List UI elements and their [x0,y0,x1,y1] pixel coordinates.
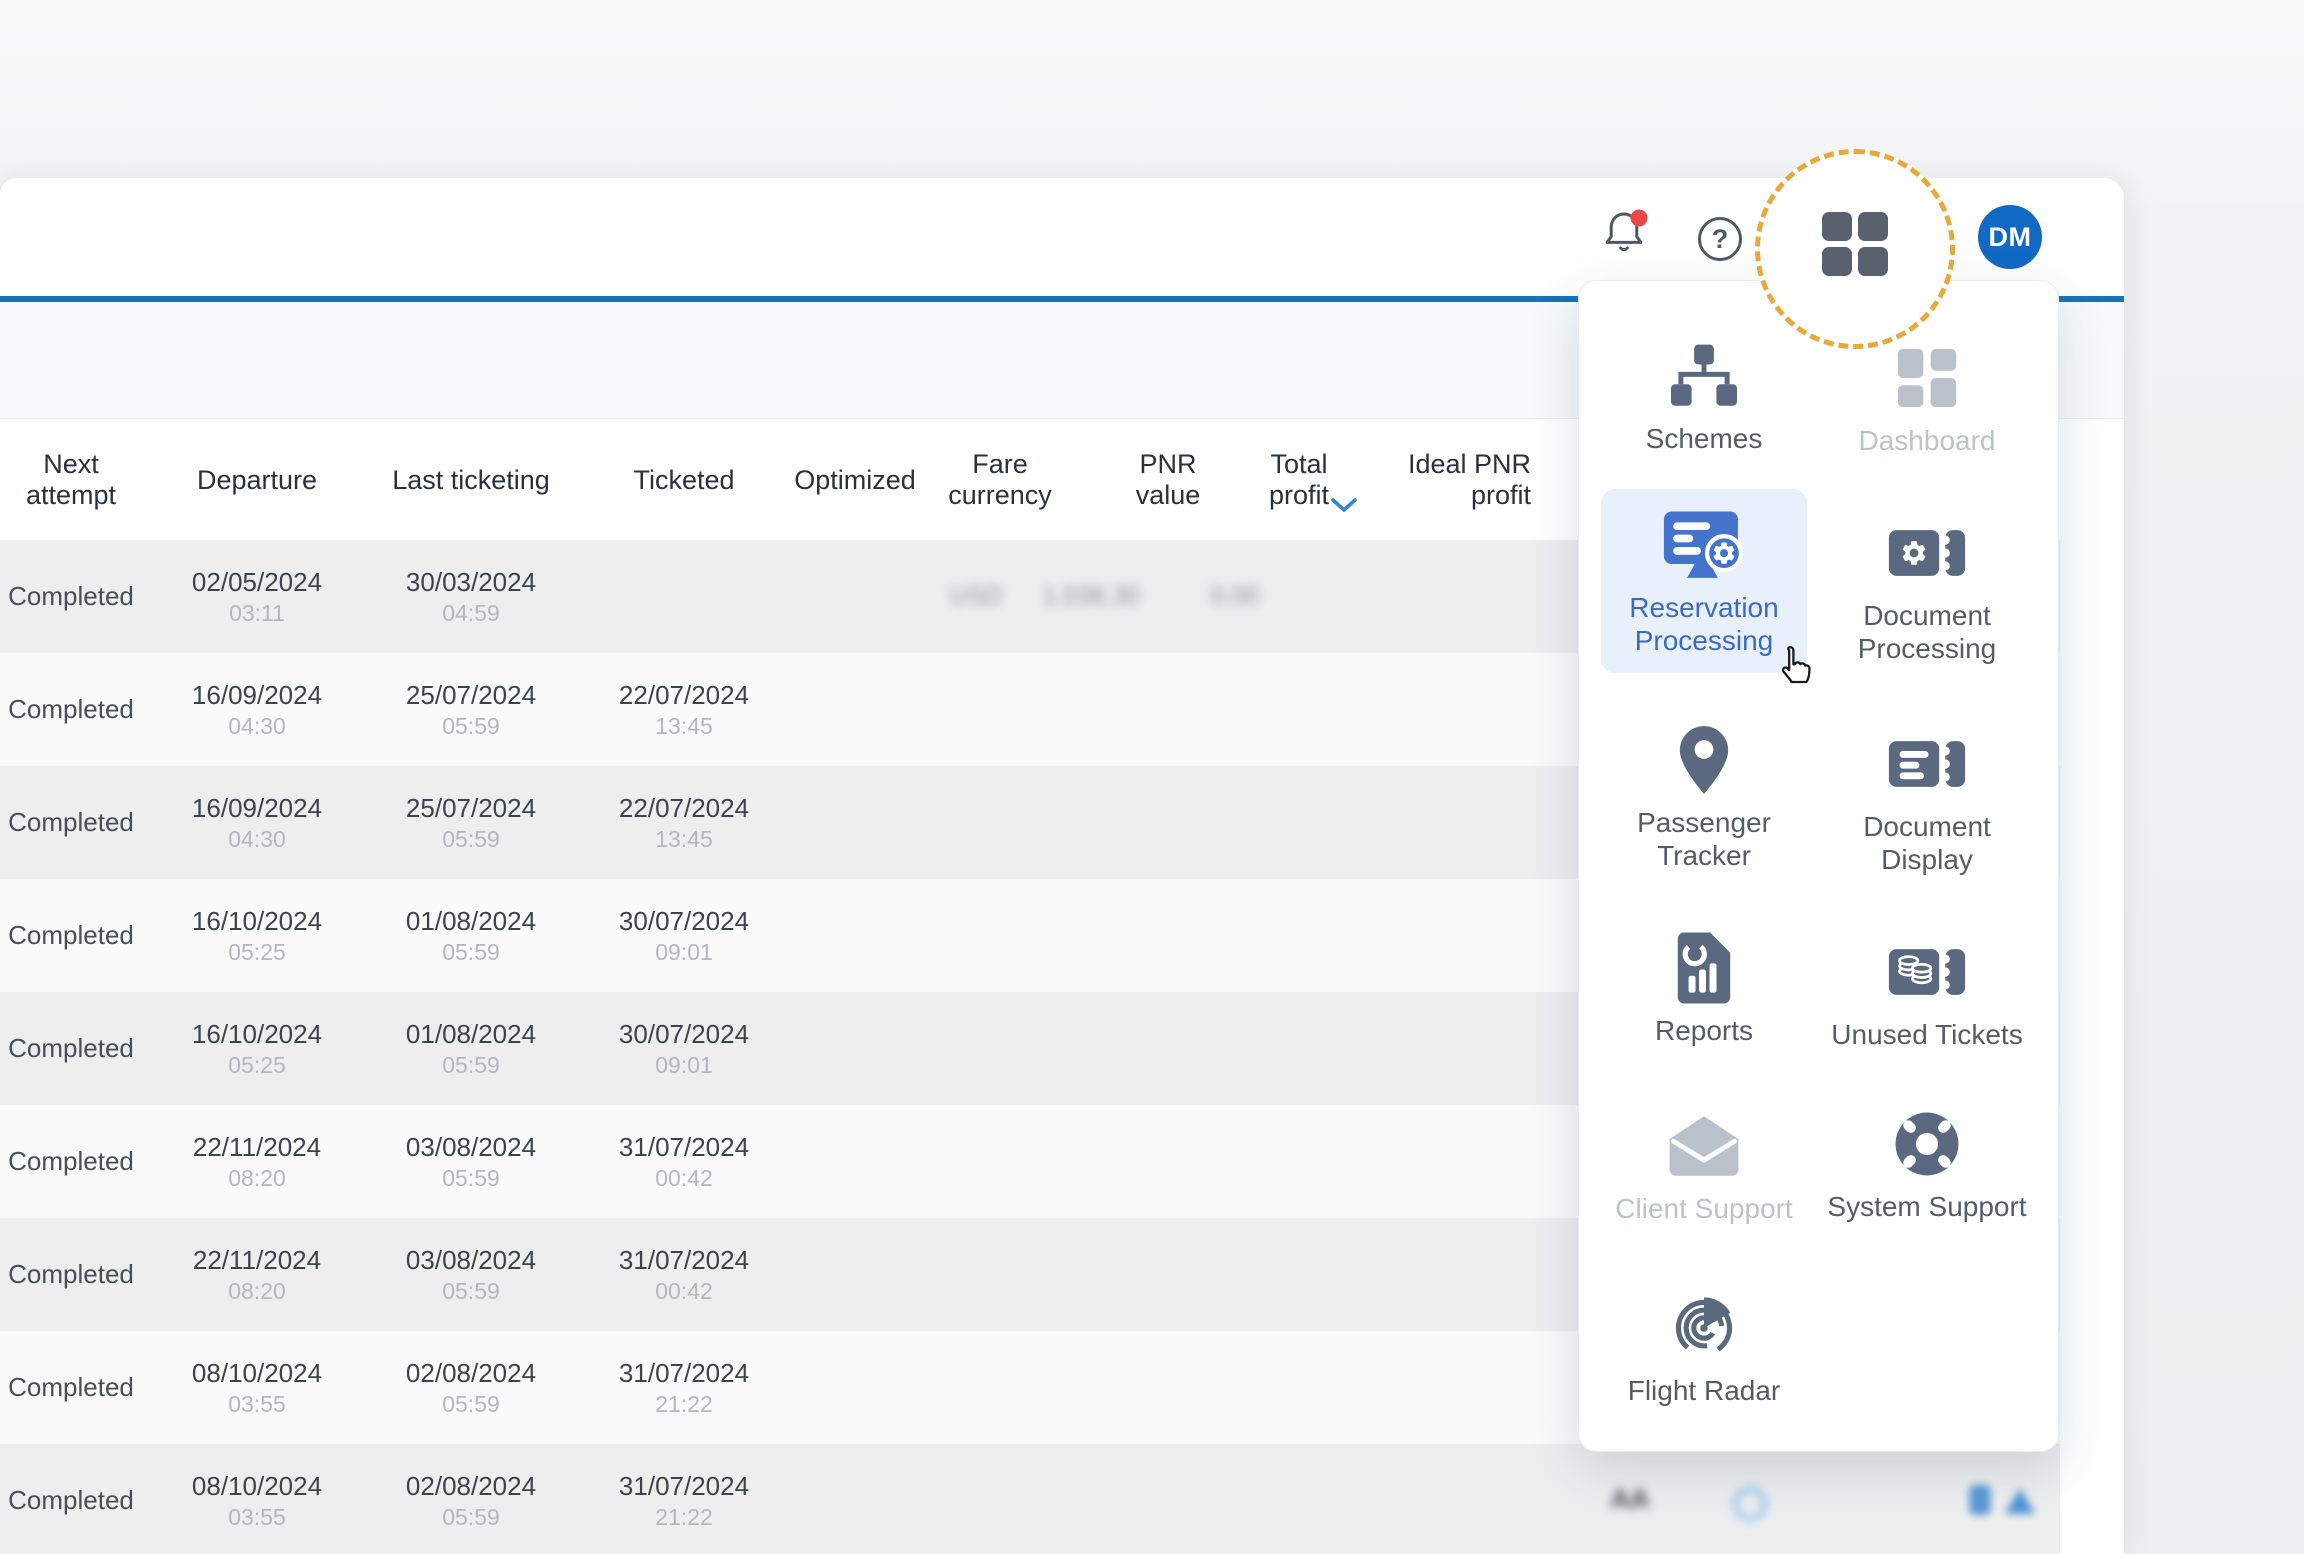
ticket-gear-icon [1824,515,2030,591]
menu-item-passenger-tracker[interactable]: Passenger Tracker [1601,722,1807,872]
last-ticketing-cell: 01/08/202405:59 [372,879,570,992]
menu-item-label: System Support [1824,1190,2030,1223]
status-cell: Completed [0,1218,142,1331]
status-cell: Completed [0,1444,142,1554]
envelope-icon [1601,1108,1807,1184]
status-cell: Completed [0,1105,142,1218]
departure-cell: 16/09/202404:30 [142,653,372,766]
ticketed-cell: 31/07/202400:42 [570,1105,798,1218]
help-button[interactable]: ? [1696,215,1744,268]
notification-badge [1631,210,1648,227]
last-ticketing-cell: 03/08/202405:59 [372,1218,570,1331]
ticketed-cell: 31/07/202421:22 [570,1331,798,1444]
ticketed-cell [570,540,798,653]
departure-cell: 16/10/202405:25 [142,992,372,1105]
dashboard-grid-icon [1824,340,2030,416]
ticketed-cell: 22/07/202413:45 [570,653,798,766]
fare-currency-cell: USD [930,540,1022,653]
menu-item-document-processing[interactable]: Document Processing [1824,515,2030,665]
menu-item-label: Dashboard [1824,424,2030,457]
last-ticketing-cell: 01/08/202405:59 [372,992,570,1105]
col-ideal-pnr-profit[interactable]: Ideal PNR profit [1350,419,1545,541]
screen: ? DM Next attempt Departure Last ticketi… [0,0,2304,1554]
svg-text:?: ? [1712,224,1729,254]
ticketed-cell: 22/07/202413:45 [570,766,798,879]
menu-item-schemes[interactable]: Schemes [1601,338,1807,455]
ticketed-cell: 31/07/202400:42 [570,1218,798,1331]
bell-icon [1598,208,1652,256]
status-cell: Completed [0,766,142,879]
menu-item-label: Client Support [1601,1192,1807,1225]
status-cell: Completed [0,540,142,653]
secondary-action-icon[interactable] [2004,1486,2036,1516]
cursor-pointer [1770,642,1822,698]
col-next-attempt[interactable]: Next attempt [0,419,142,541]
ticket-lines-icon [1824,726,2030,802]
apps-menu-button[interactable] [1755,149,1955,349]
menu-item-label: Document Processing [1824,599,2030,665]
airline-code: AA [1600,1484,1660,1515]
menu-item-flight-radar[interactable]: Flight Radar [1601,1290,1807,1407]
ticketed-cell: 30/07/202409:01 [570,992,798,1105]
radar-icon [1601,1290,1807,1366]
menu-item-label: Document Display [1824,810,2030,876]
menu-item-label: Passenger Tracker [1601,806,1807,872]
menu-item-reports[interactable]: Reports [1601,930,1807,1047]
departure-cell: 22/11/202408:20 [142,1218,372,1331]
status-ring-icon[interactable] [1731,1485,1769,1523]
col-last-ticketing[interactable]: Last ticketing [372,419,570,541]
menu-item-label: Flight Radar [1601,1374,1807,1407]
departure-cell: 22/11/202408:20 [142,1105,372,1218]
departure-cell: 16/10/202405:25 [142,879,372,992]
col-optimized[interactable]: Optimized [798,419,912,541]
apps-grid-icon [1821,211,1889,277]
sort-desc-icon[interactable] [1330,497,1358,515]
report-chart-icon [1601,930,1807,1006]
menu-item-label: Schemes [1601,422,1807,455]
col-departure[interactable]: Departure [142,419,372,541]
menu-item-client-support[interactable]: Client Support [1601,1108,1807,1225]
status-cell: Completed [0,653,142,766]
departure-cell: 08/10/202403:55 [142,1331,372,1444]
departure-cell: 16/09/202404:30 [142,766,372,879]
last-ticketing-cell: 02/08/202405:59 [372,1331,570,1444]
last-ticketing-cell: 03/08/202405:59 [372,1105,570,1218]
last-ticketing-cell: 30/03/202404:59 [372,540,570,653]
map-pin-icon [1601,722,1807,798]
departure-cell: 02/05/202403:11 [142,540,372,653]
ticketed-cell: 31/07/202421:22 [570,1444,798,1554]
sitemap-icon [1601,338,1807,414]
menu-item-dashboard[interactable]: Dashboard [1824,340,2030,457]
status-cell: Completed [0,879,142,992]
col-total-profit[interactable]: Total profit [1248,419,1350,541]
departure-cell: 08/10/202403:55 [142,1444,372,1554]
help-icon: ? [1696,215,1744,263]
last-ticketing-cell: 25/07/202405:59 [372,653,570,766]
menu-item-system-support[interactable]: System Support [1824,1106,2030,1223]
status-cell: Completed [0,992,142,1105]
col-ticketed[interactable]: Ticketed [570,419,798,541]
life-ring-icon [1824,1106,2030,1182]
pnr-value-cell: 1,038.30 [1016,540,1166,653]
ticketed-cell: 30/07/202409:01 [570,879,798,992]
col-fare-currency[interactable]: Fare currency [912,419,1088,541]
total-profit-cell: 0.00 [1172,540,1298,653]
menu-item-unused-tickets[interactable]: Unused Tickets [1824,934,2030,1051]
last-ticketing-cell: 02/08/202405:59 [372,1444,570,1554]
avatar[interactable]: DM [1978,205,2042,269]
notifications-button[interactable] [1598,208,1652,261]
document-action-icon[interactable] [1966,1484,1994,1516]
menu-item-label: Unused Tickets [1824,1018,2030,1051]
col-pnr-value[interactable]: PNR value [1088,419,1248,541]
menu-item-label: Reports [1601,1014,1807,1047]
status-cell: Completed [0,1331,142,1444]
reservation-processing-icon [1601,509,1807,585]
last-ticketing-cell: 25/07/202405:59 [372,766,570,879]
menu-item-document-display[interactable]: Document Display [1824,726,2030,876]
ticket-coins-icon [1824,934,2030,1010]
